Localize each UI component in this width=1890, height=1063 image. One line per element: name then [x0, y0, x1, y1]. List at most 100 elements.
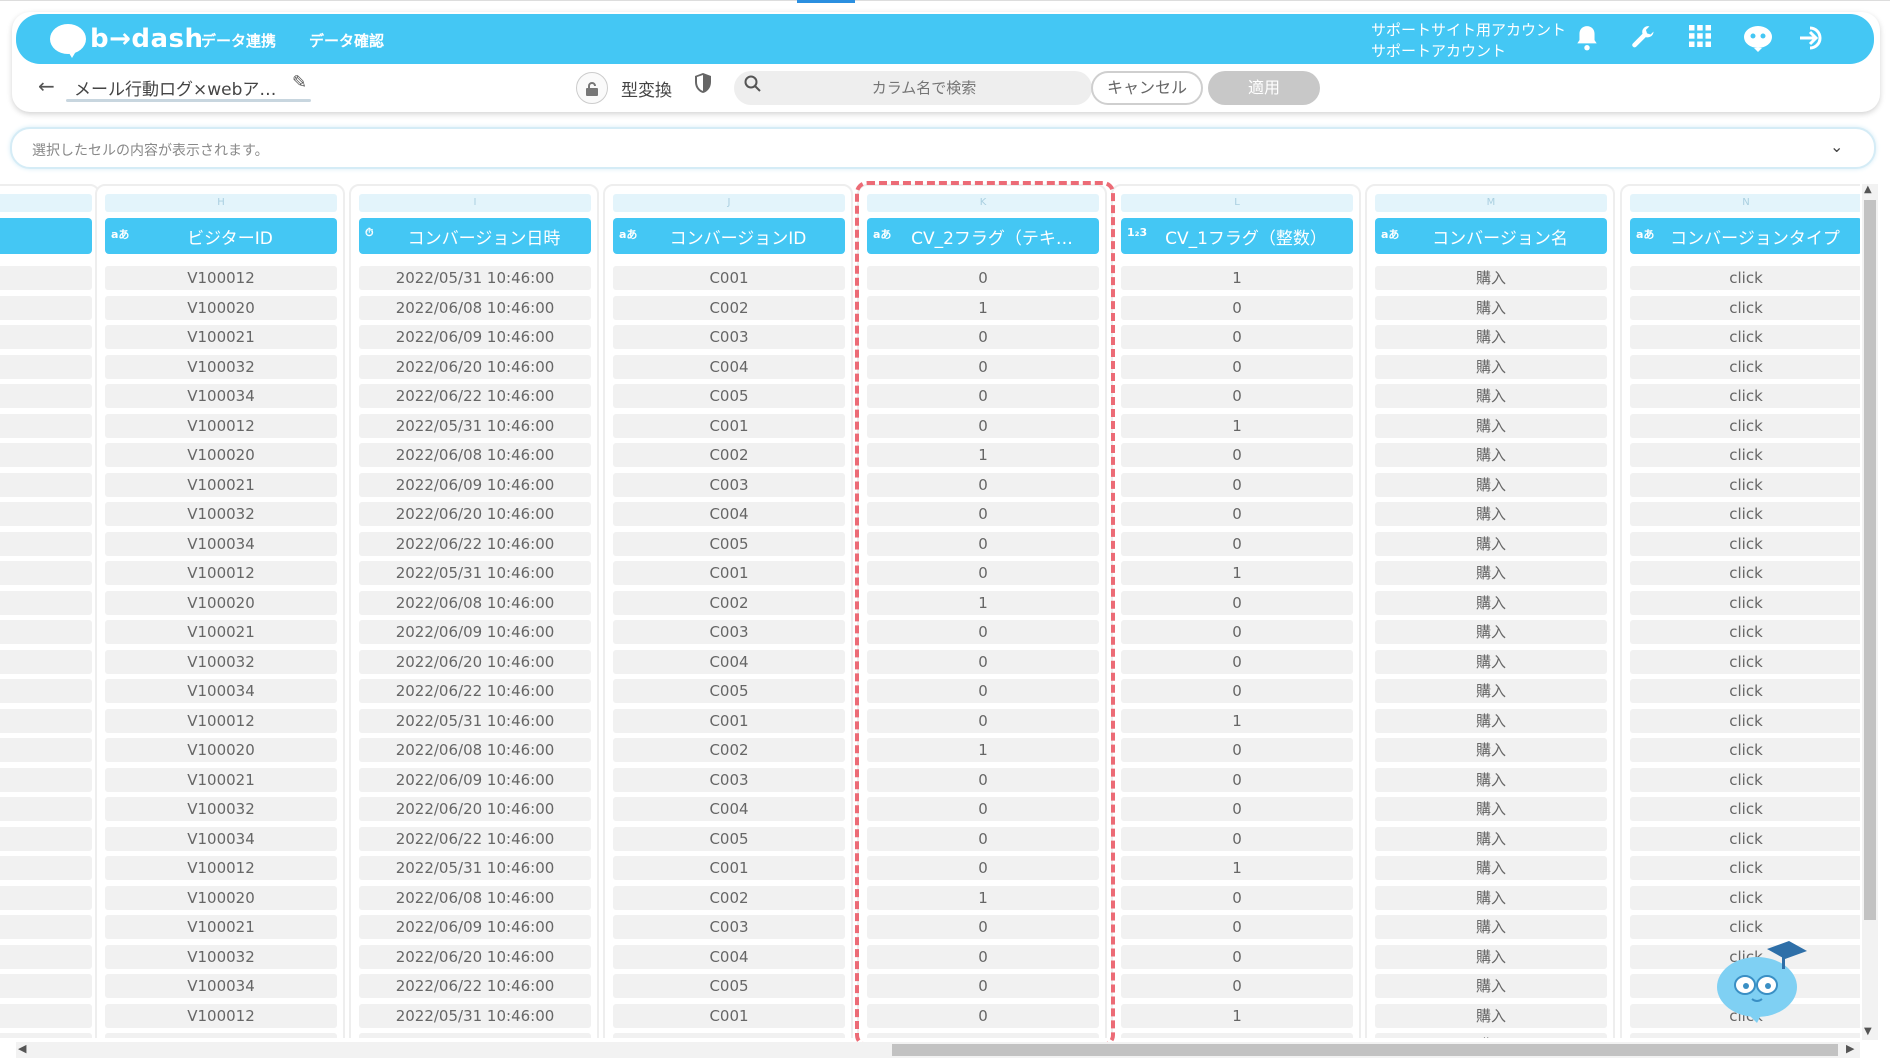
table-cell[interactable]: C001	[613, 708, 845, 733]
table-cell[interactable]: 2022/05/31 10:46:00	[359, 413, 591, 438]
mascot-assistant-icon[interactable]	[1712, 935, 1812, 1025]
table-cell[interactable]: 1	[1121, 856, 1353, 880]
table-cell[interactable]: C003	[613, 472, 845, 497]
table-cell[interactable]: 1	[867, 443, 1099, 467]
table-cell[interactable]: ,gnhu	[0, 295, 92, 320]
table-cell[interactable]: 1	[1121, 708, 1353, 733]
column-type-icon[interactable]: aあ	[111, 226, 129, 242]
table-cell[interactable]: V100020	[105, 443, 337, 467]
table-cell[interactable]: C004	[613, 944, 845, 969]
column-type-icon[interactable]: ⏱	[365, 226, 374, 240]
table-cell[interactable]: 1	[1121, 413, 1353, 438]
table-cell[interactable]: 購入	[1375, 797, 1607, 821]
scroll-up-arrow-icon[interactable]: ▲	[1864, 184, 1872, 195]
table-cell[interactable]: 2022/05/31 10:46:00	[359, 1003, 591, 1028]
table-cell[interactable]: V100020	[105, 295, 337, 320]
table-cell[interactable]: 2022/06/09 10:46:00	[359, 472, 591, 497]
table-cell[interactable]: 0	[1121, 649, 1353, 674]
table-cell[interactable]: 0	[867, 384, 1099, 408]
cancel-button[interactable]: キャンセル	[1091, 71, 1203, 105]
table-cell[interactable]: V100034	[105, 974, 337, 998]
table-cell[interactable]: ,gnhu	[0, 738, 92, 762]
table-cell[interactable]: 購入	[1375, 974, 1607, 998]
table-cell[interactable]: click	[1630, 1033, 1860, 1038]
table-cell[interactable]: ,gnAZ	[0, 531, 92, 556]
table-cell[interactable]: 0	[1121, 915, 1353, 939]
table-cell[interactable]: V100021	[105, 620, 337, 644]
table-cell[interactable]: 0	[1121, 885, 1353, 910]
table-cell[interactable]: click	[1630, 826, 1860, 851]
file-title[interactable]: メール行動ログ×webア…	[74, 75, 276, 100]
table-cell[interactable]: 0	[1121, 797, 1353, 821]
table-cell[interactable]: 購入	[1375, 767, 1607, 792]
table-cell[interactable]: 2022/05/31 10:46:00	[359, 266, 591, 290]
table-cell[interactable]: ,gnAZ	[0, 974, 92, 998]
table-cell[interactable]: click	[1630, 590, 1860, 615]
column-letter[interactable]	[0, 194, 92, 212]
logo[interactable]: b→dash	[50, 22, 204, 58]
table-cell[interactable]: 購入	[1375, 620, 1607, 644]
table-cell[interactable]: click	[1630, 708, 1860, 733]
table-cell[interactable]: 0	[867, 767, 1099, 792]
table-cell[interactable]: 1	[867, 590, 1099, 615]
table-cell[interactable]: C002	[613, 1033, 845, 1038]
table-cell[interactable]: l,gnAZ	[0, 561, 92, 585]
table-cell[interactable]: V100012	[105, 266, 337, 290]
table-cell[interactable]: 購入	[1375, 915, 1607, 939]
table-cell[interactable]: ,gnhu	[0, 885, 92, 910]
table-cell[interactable]: C005	[613, 384, 845, 408]
vertical-scroll-thumb[interactable]	[1864, 200, 1876, 920]
scroll-down-arrow-icon[interactable]: ▼	[1864, 1026, 1872, 1037]
column-letter[interactable]: J	[613, 194, 845, 212]
table-cell[interactable]: ,gnhu	[0, 590, 92, 615]
table-cell[interactable]: 購入	[1375, 384, 1607, 408]
table-cell[interactable]: 購入	[1375, 1033, 1607, 1038]
vertical-scrollbar[interactable]: ▲ ▼	[1862, 184, 1878, 1040]
table-cell[interactable]: C001	[613, 561, 845, 585]
table-cell[interactable]: C005	[613, 531, 845, 556]
table-cell[interactable]: ,gnAZ	[0, 502, 92, 526]
table-cell[interactable]: 2022/06/22 10:46:00	[359, 384, 591, 408]
table-cell[interactable]: 0	[867, 1003, 1099, 1028]
back-arrow-icon[interactable]: ←	[38, 74, 55, 98]
table-cell[interactable]: click	[1630, 354, 1860, 379]
table-cell[interactable]: l,gnAZ	[0, 856, 92, 880]
table-cell[interactable]: 購入	[1375, 944, 1607, 969]
table-cell[interactable]: 0	[867, 325, 1099, 349]
table-cell[interactable]: 2022/06/20 10:46:00	[359, 944, 591, 969]
table-cell[interactable]: 2022/06/09 10:46:00	[359, 325, 591, 349]
table-cell[interactable]: l,gnAZ	[0, 413, 92, 438]
table-cell[interactable]: click	[1630, 531, 1860, 556]
table-cell[interactable]: C003	[613, 620, 845, 644]
table-cell[interactable]: click	[1630, 266, 1860, 290]
table-cell[interactable]: 0	[867, 797, 1099, 821]
table-cell[interactable]: 1	[1121, 561, 1353, 585]
table-cell[interactable]: 2022/06/08 10:46:00	[359, 590, 591, 615]
table-cell[interactable]: 0	[1121, 590, 1353, 615]
table-cell[interactable]: 0	[867, 856, 1099, 880]
table-cell[interactable]: 1	[867, 885, 1099, 910]
table-cell[interactable]: C001	[613, 856, 845, 880]
table-cell[interactable]: C002	[613, 443, 845, 467]
column-header[interactable]: aあ コンバージョン名	[1375, 218, 1607, 254]
table-cell[interactable]: 0	[867, 561, 1099, 585]
table-cell[interactable]: 0	[1121, 826, 1353, 851]
table-cell[interactable]: 購入	[1375, 295, 1607, 320]
column-type-icon[interactable]: 1₂3	[1127, 226, 1147, 239]
wrench-icon[interactable]	[1628, 24, 1658, 54]
table-cell[interactable]: click	[1630, 679, 1860, 703]
table-cell[interactable]: 0	[867, 502, 1099, 526]
table-cell[interactable]: 0	[1121, 502, 1353, 526]
table-cell[interactable]: V100034	[105, 679, 337, 703]
column-letter[interactable]: I	[359, 194, 591, 212]
table-cell[interactable]: ,gnAZ	[0, 384, 92, 408]
table-cell[interactable]: l,gnKZ	[0, 472, 92, 497]
table-cell[interactable]: 2022/06/20 10:46:00	[359, 797, 591, 821]
table-cell[interactable]: 2022/06/09 10:46:00	[359, 620, 591, 644]
table-cell[interactable]: click	[1630, 738, 1860, 762]
table-cell[interactable]: V100034	[105, 531, 337, 556]
table-cell[interactable]: 2022/06/08 10:46:00	[359, 295, 591, 320]
table-cell[interactable]: 0	[1121, 1033, 1353, 1038]
table-cell[interactable]: C004	[613, 502, 845, 526]
column-type-icon[interactable]: aあ	[1636, 226, 1654, 242]
